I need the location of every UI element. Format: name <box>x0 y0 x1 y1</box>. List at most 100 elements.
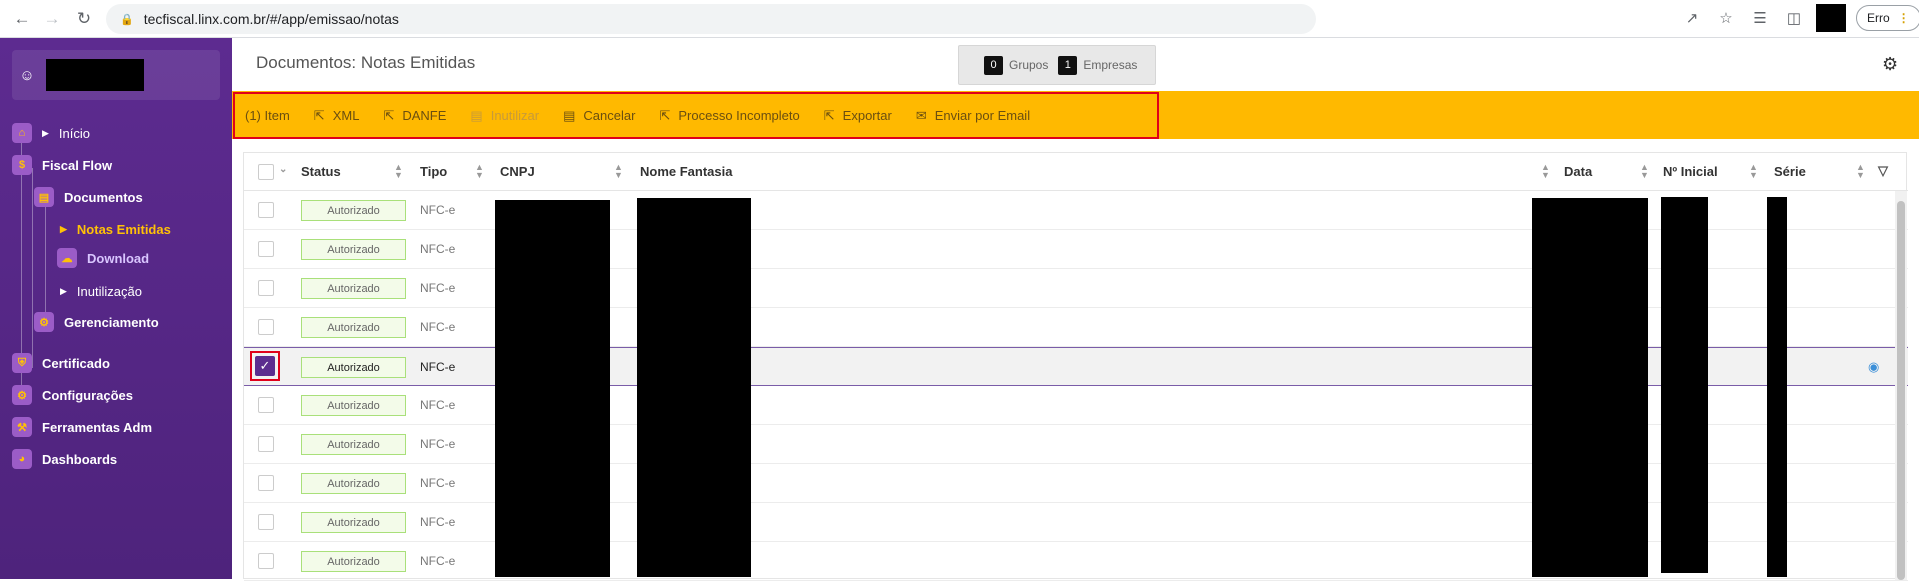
sidebar-item-inutilizacao[interactable]: ▶ Inutilização <box>60 284 142 299</box>
bookmark-star-icon[interactable]: ☆ <box>1714 6 1738 30</box>
extensions-icon[interactable]: ☰ <box>1748 6 1772 30</box>
sidebar-item-fiscal-flow[interactable]: $ Fiscal Flow <box>12 155 112 175</box>
tipo-cell: NFC-e <box>420 554 456 568</box>
sidebar-item-label: Download <box>87 250 150 266</box>
settings-gear-icon[interactable]: ⚙ <box>1882 54 1898 75</box>
notes-table: ⌄ Status ▲ ▼ Tipo ▲ ▼ CNPJ ▲ ▼ Nome Fantasi… <box>243 152 1908 581</box>
column-header-tipo[interactable]: Tipo <box>420 164 447 179</box>
sidebar-item-ferramentas-adm[interactable]: ⚒ Ferramentas Adm <box>12 417 152 437</box>
cnpj-redacted <box>495 200 610 577</box>
sort-icon[interactable]: ▲ ▼ <box>1640 163 1649 180</box>
table-row[interactable]: Autorizado NFC-e <box>244 542 1908 581</box>
envelope-icon: ✉ <box>915 107 927 123</box>
vertical-scrollbar[interactable] <box>1895 191 1907 580</box>
view-eye-icon[interactable]: ◉ <box>1868 359 1879 375</box>
user-panel[interactable]: ☺ <box>12 50 220 100</box>
table-row[interactable]: ✓ Autorizado NFC-e ◉ <box>244 347 1908 386</box>
chevron-down-icon[interactable]: ⌄ <box>279 164 287 175</box>
sidebar-item-notas-emitidas[interactable]: ▶ Notas Emitidas <box>60 222 171 237</box>
back-icon[interactable]: ← <box>8 5 36 33</box>
row-checkbox[interactable] <box>258 280 274 296</box>
cancelar-button[interactable]: ▤ Cancelar <box>563 108 635 124</box>
row-checkbox[interactable] <box>258 397 274 413</box>
sidebar-item-inicio[interactable]: ⌂ ▶ Início <box>12 123 90 143</box>
select-all-checkbox[interactable] <box>258 164 274 180</box>
scrollbar-thumb[interactable] <box>1897 201 1905 580</box>
sidebar-item-certificado[interactable]: ⛨ Certificado <box>12 353 110 373</box>
inutilizar-button[interactable]: ▤ Inutilizar <box>470 108 539 124</box>
table-row[interactable]: Autorizado NFC-e <box>244 425 1908 464</box>
tipo-cell: NFC-e <box>420 281 456 295</box>
sidebar-item-label: Ferramentas Adm <box>42 419 153 435</box>
tipo-cell: NFC-e <box>420 203 456 217</box>
error-label: Erro <box>1867 11 1890 25</box>
row-checkbox[interactable] <box>258 319 274 335</box>
side-panel-icon[interactable]: ◫ <box>1782 6 1806 30</box>
address-bar[interactable]: 🔒 tecfiscal.linx.com.br/#/app/emissao/no… <box>106 4 1316 34</box>
table-row[interactable]: Autorizado NFC-e <box>244 503 1908 542</box>
sort-icon[interactable]: ▲ ▼ <box>1749 163 1758 180</box>
row-checkbox[interactable] <box>258 514 274 530</box>
column-header-serie[interactable]: Série <box>1774 164 1806 179</box>
export-icon: ⇱ <box>823 107 835 123</box>
table-row[interactable]: Autorizado NFC-e <box>244 464 1908 503</box>
processo-incompleto-button[interactable]: ⇱ Processo Incompleto <box>659 108 799 124</box>
column-header-n-inicial[interactable]: Nº Inicial <box>1663 164 1718 179</box>
sidebar-item-gerenciamento[interactable]: ⚙ Gerenciamento <box>34 312 159 332</box>
danfe-button[interactable]: ⇱ DANFE <box>383 108 446 124</box>
sidebar-item-documentos[interactable]: ▤ Documentos <box>34 187 143 207</box>
data-redacted <box>1532 198 1648 577</box>
sidebar-item-label: Configurações <box>42 387 134 403</box>
row-checkbox[interactable] <box>258 436 274 452</box>
row-checkbox[interactable] <box>258 241 274 257</box>
sort-icon[interactable]: ▲ ▼ <box>475 163 484 180</box>
error-button[interactable]: Erro ⋮ <box>1856 5 1919 31</box>
row-checkbox[interactable] <box>258 475 274 491</box>
forward-icon[interactable]: → <box>38 5 66 33</box>
sort-icon[interactable]: ▲ ▼ <box>614 163 623 180</box>
xml-button[interactable]: ⇱ XML <box>314 108 360 124</box>
row-checkbox-checked[interactable]: ✓ <box>255 356 275 376</box>
sidebar-item-download[interactable]: ☁ Download <box>57 248 149 268</box>
share-icon[interactable]: ↗ <box>1680 6 1704 30</box>
tipo-cell: NFC-e <box>420 515 456 529</box>
status-badge: Autorizado <box>301 512 406 533</box>
table-row[interactable]: Autorizado NFC-e <box>244 230 1908 269</box>
sidebar-item-label: Dashboards <box>42 451 118 467</box>
row-checkbox[interactable] <box>258 553 274 569</box>
row-checkbox[interactable] <box>258 202 274 218</box>
reload-icon[interactable]: ↻ <box>70 5 98 33</box>
column-header-nome-fantasia[interactable]: Nome Fantasia <box>640 164 732 179</box>
export-icon: ⇱ <box>383 107 395 123</box>
table-row[interactable]: Autorizado NFC-e <box>244 386 1908 425</box>
column-header-data[interactable]: Data <box>1564 164 1592 179</box>
column-header-cnpj[interactable]: CNPJ <box>500 164 535 179</box>
lock-icon: 🔒 <box>120 13 134 26</box>
groups-companies-selector[interactable]: 0 Grupos 1 Empresas <box>958 45 1156 85</box>
sidebar-item-dashboards[interactable]: ◕ Dashboards <box>12 449 117 469</box>
companies-label: Empresas <box>1083 58 1138 72</box>
groups-label: Grupos <box>1009 58 1049 72</box>
filter-icon[interactable]: ▽ <box>1878 163 1888 179</box>
table-row[interactable]: Autorizado NFC-e <box>244 191 1908 230</box>
exportar-button[interactable]: ⇱ Exportar <box>824 108 892 124</box>
sidebar-item-configuracoes[interactable]: ⚙ Configurações <box>12 385 133 405</box>
enviar-email-button[interactable]: ✉ Enviar por Email <box>916 108 1030 124</box>
sort-icon[interactable]: ▲ ▼ <box>1541 163 1550 180</box>
export-icon: ⇱ <box>313 107 325 123</box>
profile-avatar[interactable] <box>1816 4 1846 32</box>
page-title: Documentos: Notas Emitidas <box>256 53 476 72</box>
document-icon: ▤ <box>470 107 483 123</box>
table-row[interactable]: Autorizado NFC-e <box>244 269 1908 308</box>
caret-right-icon: ▶ <box>42 127 49 138</box>
browser-toolbar: ← → ↻ 🔒 tecfiscal.linx.com.br/#/app/emis… <box>0 0 1919 38</box>
document-cancel-icon: ▤ <box>563 107 576 123</box>
table-row[interactable]: Autorizado NFC-e <box>244 308 1908 347</box>
sort-icon[interactable]: ▲ ▼ <box>1856 163 1865 180</box>
sort-icon[interactable]: ▲ ▼ <box>394 163 403 180</box>
sidebar-item-label: Gerenciamento <box>64 314 159 330</box>
column-header-status[interactable]: Status <box>301 164 341 179</box>
selected-count: (1) Item <box>245 108 290 123</box>
dollar-icon: $ <box>12 155 32 175</box>
home-icon: ⌂ <box>12 123 32 143</box>
